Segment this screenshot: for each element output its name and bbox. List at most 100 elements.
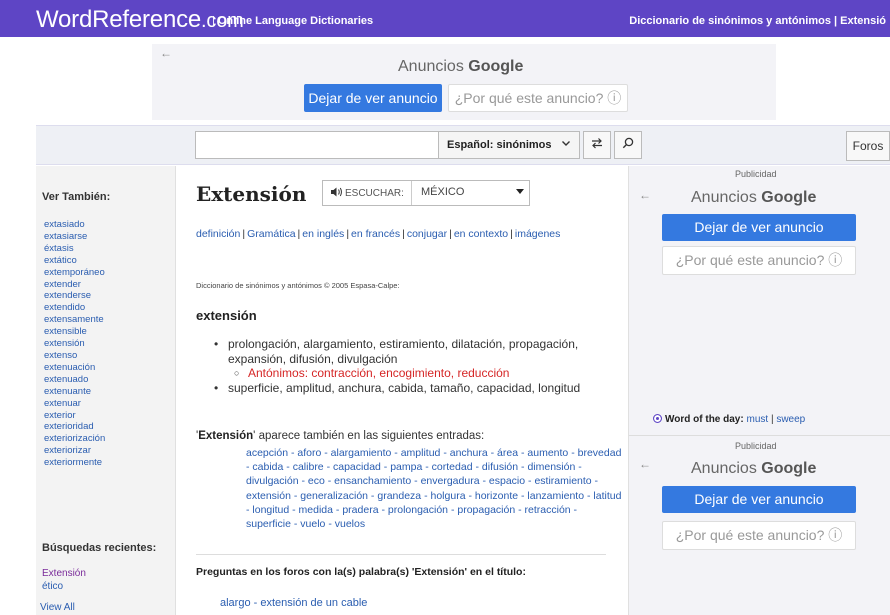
related-word-link[interactable]: extensamente — [44, 314, 105, 326]
related-entry-link[interactable]: área — [497, 447, 518, 459]
recent-search-link[interactable]: ético — [42, 580, 86, 593]
dictionary-link[interactable]: imágenes — [515, 228, 561, 240]
link-separator: | — [242, 228, 246, 240]
listen-label: ESCUCHAR: — [345, 188, 404, 199]
related-entry-link[interactable]: calibre — [293, 461, 324, 473]
related-word-link[interactable]: extenso — [44, 350, 105, 362]
related-entry-link[interactable]: retracción — [525, 504, 571, 516]
recent-searches-list: Extensión ético — [42, 567, 86, 593]
back-arrow-icon[interactable]: ← — [639, 457, 651, 471]
ad-brand: Anuncios Google — [691, 460, 817, 477]
wotd-link[interactable]: must — [746, 414, 768, 425]
dictionary-link[interactable]: en contexto — [454, 228, 508, 240]
related-entry-link[interactable]: divulgación — [246, 475, 299, 487]
back-arrow-icon[interactable]: ← — [160, 46, 172, 60]
dictionary-link[interactable]: definición — [196, 228, 240, 240]
related-word-link[interactable]: éxtasis — [44, 243, 105, 255]
related-entry-link[interactable]: vuelo — [300, 518, 325, 530]
related-entry-link[interactable]: amplitud — [401, 447, 441, 459]
related-word-link[interactable]: extático — [44, 255, 105, 267]
related-word-link[interactable]: extenuante — [44, 386, 105, 398]
related-entry-link[interactable]: difusión — [482, 461, 518, 473]
link-separator: | — [297, 228, 301, 240]
related-entry-link[interactable]: pradera — [342, 504, 378, 516]
dictionary-link[interactable]: Gramática — [247, 228, 295, 240]
related-entry-link[interactable]: latitud — [593, 490, 621, 502]
word-of-the-day: Word of the day: must | sweep — [653, 414, 805, 425]
stop-seeing-ad-button[interactable]: Dejar de ver anuncio — [662, 214, 856, 241]
related-word-link[interactable]: exterioridad — [44, 421, 105, 433]
speaker-icon[interactable] — [331, 187, 343, 200]
related-entry-link[interactable]: eco — [308, 475, 325, 487]
dictionary-select[interactable]: Español: sinónimos — [438, 131, 580, 159]
related-word-link[interactable]: extemporáneo — [44, 267, 105, 279]
related-entry-link[interactable]: acepción — [246, 447, 288, 459]
related-entry-link[interactable]: horizonte — [475, 490, 518, 502]
related-entry-link[interactable]: lanzamiento — [527, 490, 584, 502]
related-entry-link[interactable]: envergadura — [421, 475, 480, 487]
related-entry-link[interactable]: generalización — [300, 490, 368, 502]
pronunciation-player[interactable]: ESCUCHAR: MÉXICO — [322, 180, 530, 206]
accent-select[interactable]: MÉXICO — [421, 186, 464, 198]
related-word-link[interactable]: exteriorizar — [44, 445, 105, 457]
dictionary-link[interactable]: conjugar — [407, 228, 447, 240]
related-entry-link[interactable]: aforo — [297, 447, 321, 459]
related-entry-link[interactable]: capacidad — [333, 461, 381, 473]
related-entry-link[interactable]: espacio — [489, 475, 525, 487]
wotd-link[interactable]: sweep — [776, 414, 805, 425]
related-word-link[interactable]: exteriormente — [44, 457, 105, 469]
related-word-link[interactable]: extenderse — [44, 290, 105, 302]
dictionary-link[interactable]: en francés — [351, 228, 400, 240]
swap-icon — [591, 137, 603, 152]
related-entry-link[interactable]: ensanchamiento — [334, 475, 411, 487]
related-word-link[interactable]: extenuar — [44, 398, 105, 410]
related-word-link[interactable]: extasiado — [44, 219, 105, 231]
related-entry-link[interactable]: medida — [299, 504, 333, 516]
ad-brand: Anuncios Google — [398, 58, 524, 75]
search-input[interactable] — [195, 131, 471, 159]
related-word-link[interactable]: extender — [44, 279, 105, 291]
related-entry-link[interactable]: cortedad — [432, 461, 473, 473]
related-word-link[interactable]: extenuación — [44, 362, 105, 374]
related-word-link[interactable]: extensible — [44, 326, 105, 338]
caret-down-icon[interactable] — [515, 186, 525, 199]
why-this-ad-button[interactable]: ¿Por qué este anuncio? ⓘ — [662, 246, 856, 275]
related-word-link[interactable]: exterior — [44, 410, 105, 422]
swap-languages-button[interactable] — [583, 131, 611, 159]
related-entry-link[interactable]: holgura — [431, 490, 466, 502]
related-entry-link[interactable]: estiramiento — [534, 475, 591, 487]
search-button[interactable] — [614, 131, 642, 159]
related-word-link[interactable]: exteriorización — [44, 433, 105, 445]
related-entry-link[interactable]: propagación — [457, 504, 515, 516]
why-this-ad-button[interactable]: ¿Por qué este anuncio? ⓘ — [448, 84, 628, 112]
related-entry-link[interactable]: extensión — [246, 490, 291, 502]
related-word-link[interactable]: extenuado — [44, 374, 105, 386]
forum-thread-link[interactable]: alargo - extensión de un cable — [220, 597, 367, 609]
stop-seeing-ad-button[interactable]: Dejar de ver anuncio — [304, 84, 442, 112]
related-entry-link[interactable]: aumento — [527, 447, 568, 459]
back-arrow-icon[interactable]: ← — [639, 188, 651, 202]
related-entry-link[interactable]: brevedad — [578, 447, 622, 459]
related-entry-link[interactable]: pampa — [390, 461, 422, 473]
main-content: Extensión ESCUCHAR: MÉXICO definición | Gr… — [184, 166, 624, 615]
recent-search-link[interactable]: Extensión — [42, 567, 86, 580]
related-entry-link[interactable]: cabida — [252, 461, 283, 473]
related-entry-link[interactable]: vuelos — [335, 518, 365, 530]
related-entry-link[interactable]: grandeza — [377, 490, 421, 502]
why-this-ad-button[interactable]: ¿Por qué este anuncio? ⓘ — [662, 521, 856, 550]
related-entry-link[interactable]: superficie — [246, 518, 291, 530]
related-word-link[interactable]: extensión — [44, 338, 105, 350]
related-word-link[interactable]: extendido — [44, 302, 105, 314]
related-entry-link[interactable]: longitud — [252, 504, 289, 516]
related-entry-link[interactable]: anchura — [450, 447, 488, 459]
related-entry-link[interactable]: dimensión — [527, 461, 575, 473]
stop-seeing-ad-button[interactable]: Dejar de ver anuncio — [662, 486, 856, 513]
view-all-link[interactable]: View All — [40, 602, 75, 613]
related-entry-link[interactable]: prolongación — [388, 504, 448, 516]
site-tagline: | Online Language Dictionaries — [212, 15, 374, 27]
related-entry-link[interactable]: alargamiento — [331, 447, 392, 459]
dictionary-link[interactable]: en inglés — [302, 228, 344, 240]
headword: Extensión — [196, 182, 307, 206]
forums-button[interactable]: Foros — [846, 131, 890, 161]
related-word-link[interactable]: extasiarse — [44, 231, 105, 243]
